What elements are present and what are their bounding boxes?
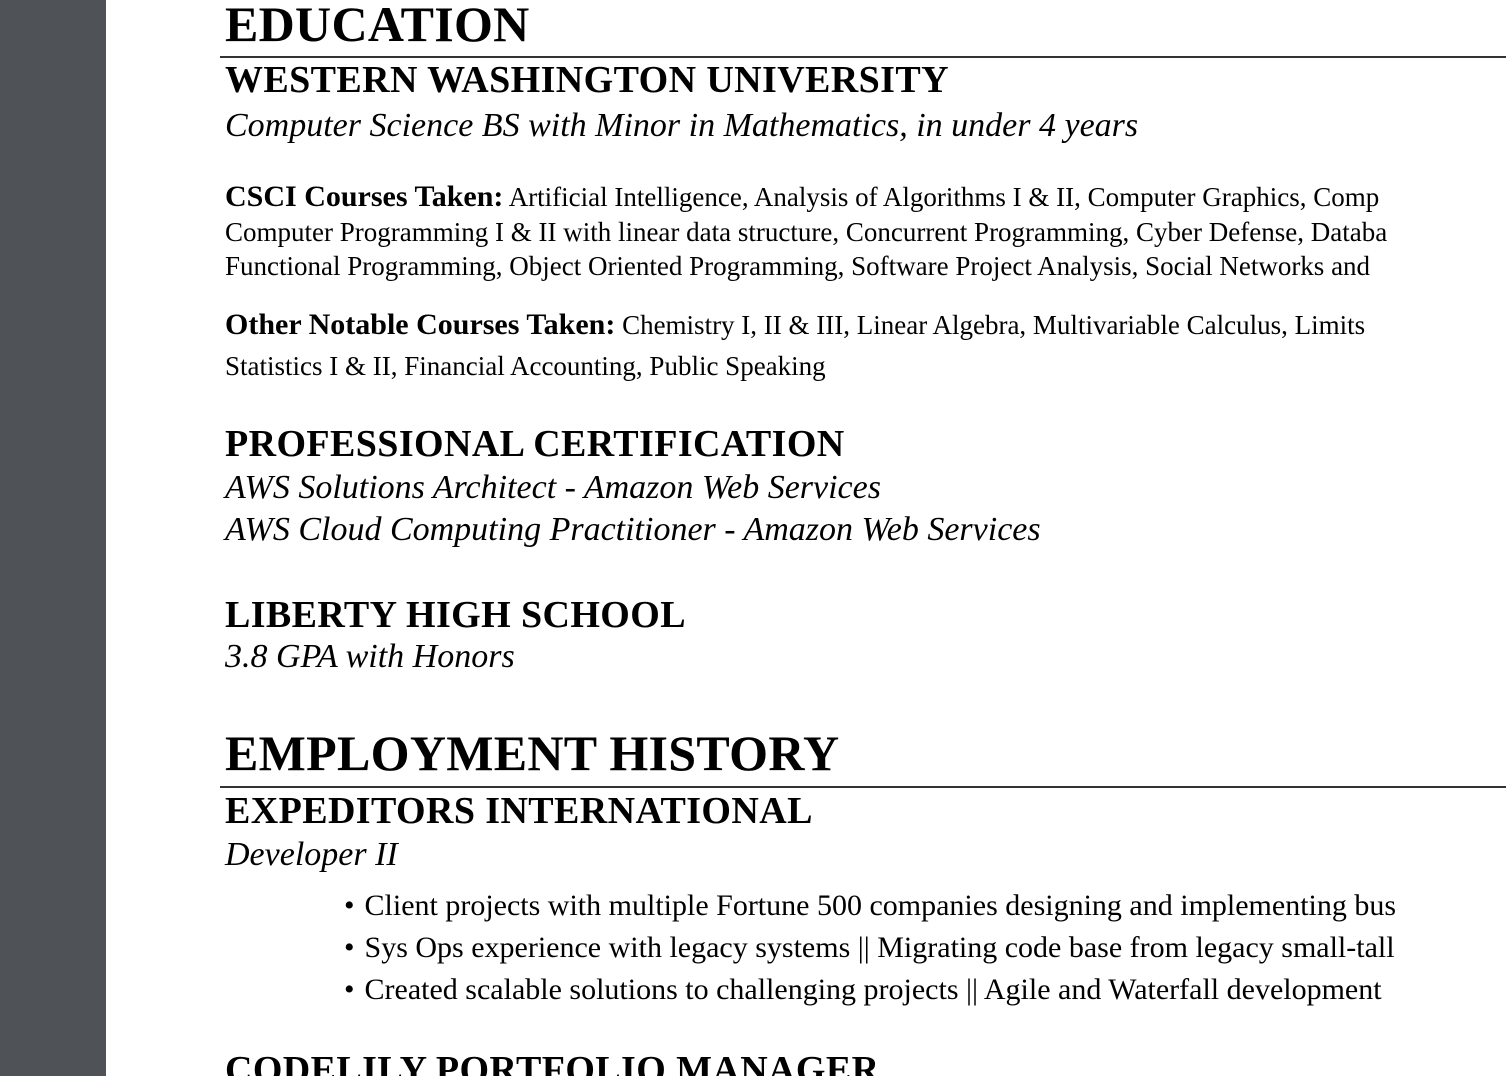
certification-heading: PROFESSIONAL CERTIFICATION: [225, 423, 845, 465]
employment-heading: EMPLOYMENT HISTORY: [225, 725, 840, 781]
job-bullet: • Sys Ops experience with legacy systems …: [344, 932, 1395, 964]
company-name: EXPEDITORS INTERNATIONAL: [225, 790, 813, 832]
bullet-glyph: •: [344, 889, 355, 922]
bullet-text: Client projects with multiple Fortune 50…: [364, 889, 1397, 922]
csci-courses-line-1: CSCI Courses Taken: Artificial Intellige…: [225, 180, 1380, 213]
high-school-name: LIBERTY HIGH SCHOOL: [225, 594, 686, 636]
employment-divider: [220, 786, 1506, 788]
degree-text: Computer Science BS with Minor in Mathem…: [225, 107, 1139, 144]
other-courses-line-1: Other Notable Courses Taken: Chemistry I…: [225, 308, 1366, 341]
certification-item: AWS Cloud Computing Practitioner - Amazo…: [225, 511, 1041, 548]
other-courses-text: Chemistry I, II & III, Linear Algebra, M…: [622, 310, 1366, 340]
bullet-glyph: •: [344, 931, 355, 964]
next-company-name: CODELILY PORTFOLIO MANAGER: [225, 1049, 880, 1076]
job-title: Developer II: [225, 836, 398, 873]
viewer-gutter: [0, 0, 106, 1086]
education-heading: EDUCATION: [225, 0, 530, 52]
certification-item: AWS Solutions Architect - Amazon Web Ser…: [225, 469, 881, 506]
csci-courses-label: CSCI Courses Taken:: [225, 180, 504, 213]
job-bullet: • Created scalable solutions to challengi…: [344, 974, 1382, 1006]
csci-courses-text: Artificial Intelligence, Analysis of Alg…: [508, 182, 1380, 212]
bullet-text: Sys Ops experience with legacy systems |…: [364, 931, 1395, 964]
bullet-glyph: •: [344, 973, 355, 1006]
high-school-detail: 3.8 GPA with Honors: [225, 638, 515, 675]
resume-page: EDUCATION WESTERN WASHINGTON UNIVERSITY …: [106, 0, 1506, 1076]
education-divider: [220, 56, 1506, 58]
csci-courses-line-2: Computer Programming I & II with linear …: [225, 217, 1388, 247]
bullet-text: Created scalable solutions to challengin…: [364, 973, 1382, 1006]
viewer-bottom-edge: [0, 1076, 1506, 1086]
document-viewer: EDUCATION WESTERN WASHINGTON UNIVERSITY …: [0, 0, 1506, 1086]
job-bullet: • Client projects with multiple Fortune 5…: [344, 890, 1396, 922]
other-courses-label: Other Notable Courses Taken:: [225, 308, 616, 341]
other-courses-line-2: Statistics I & II, Financial Accounting,…: [225, 351, 826, 381]
university-name: WESTERN WASHINGTON UNIVERSITY: [225, 59, 949, 101]
csci-courses-line-3: Functional Programming, Object Oriented …: [225, 251, 1371, 281]
